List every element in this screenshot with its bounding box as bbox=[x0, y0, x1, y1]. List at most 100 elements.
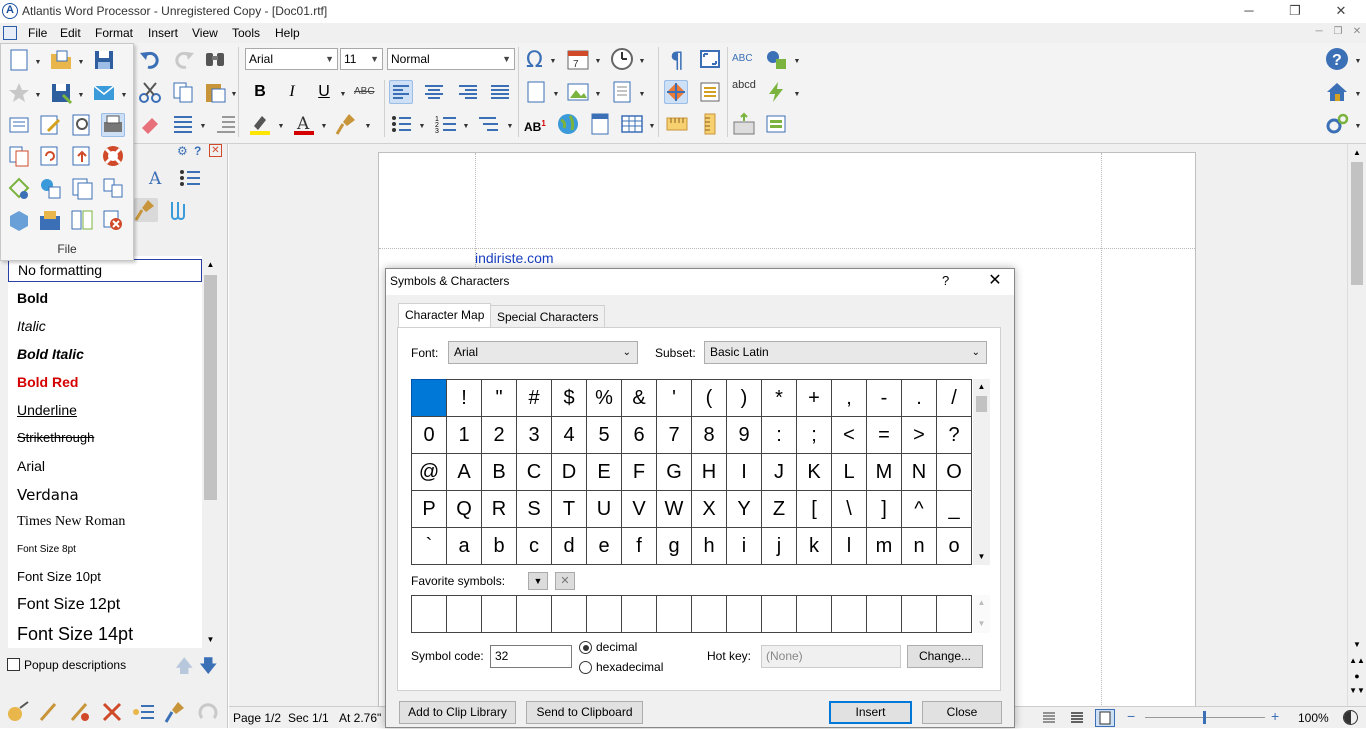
char-cell[interactable]: C bbox=[516, 453, 552, 491]
radio-decimal[interactable] bbox=[579, 641, 592, 654]
spellcheck-icon[interactable]: ABC bbox=[732, 47, 756, 71]
favorite-slot[interactable] bbox=[656, 595, 692, 633]
mdi-close-icon[interactable]: ✕ bbox=[1349, 26, 1365, 40]
style-list-icon[interactable] bbox=[178, 166, 202, 190]
style-list-scrollbar[interactable]: ▲ ▼ bbox=[202, 256, 219, 648]
paste-icon[interactable] bbox=[203, 80, 227, 104]
char-cell[interactable]: < bbox=[831, 416, 867, 454]
numbering-dropdown-icon[interactable]: ▼ bbox=[462, 123, 470, 130]
undo-icon[interactable] bbox=[138, 47, 162, 71]
char-cell[interactable]: ( bbox=[691, 379, 727, 417]
add-to-clip-library-button[interactable]: Add to Clip Library bbox=[399, 701, 516, 724]
package-icon[interactable] bbox=[38, 208, 62, 232]
char-cell[interactable]: g bbox=[656, 527, 692, 565]
style-combo[interactable]: Normal ▼ bbox=[387, 48, 515, 70]
symbol-code-input[interactable]: 32 bbox=[490, 645, 572, 668]
char-cell[interactable]: ^ bbox=[901, 490, 937, 528]
style-item-no-formatting[interactable]: No formatting bbox=[8, 259, 202, 282]
zoom-slider-thumb[interactable] bbox=[1203, 711, 1206, 724]
tab-special-characters[interactable]: Special Characters bbox=[490, 305, 606, 329]
globe-icon[interactable] bbox=[556, 112, 580, 136]
char-cell[interactable]: $ bbox=[551, 379, 587, 417]
char-cell[interactable]: d bbox=[551, 527, 587, 565]
char-cell[interactable]: W bbox=[656, 490, 692, 528]
favorite-slot[interactable] bbox=[411, 595, 447, 633]
bullets-icon[interactable] bbox=[389, 112, 413, 136]
char-cell[interactable]: ? bbox=[936, 416, 972, 454]
copy-icon[interactable] bbox=[171, 80, 195, 104]
lightning-icon[interactable] bbox=[764, 80, 788, 104]
style-brush-tool-icon[interactable] bbox=[164, 700, 188, 724]
char-cell[interactable]: . bbox=[901, 379, 937, 417]
home-dropdown-icon[interactable]: ▼ bbox=[1354, 91, 1362, 98]
favorite-slot[interactable] bbox=[446, 595, 482, 633]
char-cell[interactable]: = bbox=[866, 416, 902, 454]
char-cell[interactable]: k bbox=[796, 527, 832, 565]
char-cell[interactable]: I bbox=[726, 453, 762, 491]
doc-multi-icon[interactable] bbox=[101, 176, 125, 200]
char-cell[interactable]: > bbox=[901, 416, 937, 454]
favorite-slot[interactable] bbox=[796, 595, 832, 633]
char-cell[interactable]: ) bbox=[726, 379, 762, 417]
favorite-slot[interactable] bbox=[901, 595, 937, 633]
settings-gears-icon[interactable] bbox=[1325, 112, 1349, 136]
highlight-dropdown-icon[interactable]: ▼ bbox=[277, 123, 285, 130]
char-cell[interactable]: Q bbox=[446, 490, 482, 528]
insert-button[interactable]: Insert bbox=[829, 701, 912, 724]
zoom-in-icon[interactable]: + bbox=[1271, 708, 1279, 724]
char-cell[interactable]: H bbox=[691, 453, 727, 491]
char-cell[interactable]: - bbox=[866, 379, 902, 417]
favorites-clear-icon[interactable]: ✕ bbox=[555, 572, 575, 590]
indent-icon[interactable] bbox=[214, 112, 238, 136]
char-cell[interactable]: 7 bbox=[656, 416, 692, 454]
page-icon[interactable] bbox=[524, 80, 548, 104]
numbering-icon[interactable]: 123 bbox=[434, 112, 458, 136]
help-dropdown-icon[interactable]: ▼ bbox=[1354, 58, 1362, 65]
superscript-ab-icon[interactable]: AB1 bbox=[524, 112, 548, 136]
lightning-dropdown-icon[interactable]: ▼ bbox=[793, 91, 801, 98]
doc-scroll-up-icon[interactable]: ▲ bbox=[1348, 144, 1366, 161]
table-icon[interactable] bbox=[620, 112, 644, 136]
style-new-icon[interactable] bbox=[6, 700, 30, 724]
favorite-slot[interactable] bbox=[691, 595, 727, 633]
lifebuoy-icon[interactable] bbox=[101, 144, 125, 168]
font-name-combo[interactable]: Arial ▼ bbox=[245, 48, 338, 70]
layout-icon[interactable] bbox=[664, 80, 688, 104]
char-cell[interactable]: 5 bbox=[586, 416, 622, 454]
symbol-dropdown-icon[interactable]: ▼ bbox=[549, 58, 557, 65]
pane-close-icon[interactable]: ✕ bbox=[209, 144, 222, 157]
style-undo-icon[interactable] bbox=[196, 700, 220, 724]
popup-descriptions-checkbox[interactable] bbox=[7, 658, 20, 671]
char-cell[interactable]: " bbox=[481, 379, 517, 417]
underline-button[interactable]: U bbox=[312, 80, 336, 104]
char-cell[interactable]: 1 bbox=[446, 416, 482, 454]
email-dropdown-icon[interactable]: ▼ bbox=[120, 92, 128, 99]
char-cell[interactable]: / bbox=[936, 379, 972, 417]
char-cell[interactable]: & bbox=[621, 379, 657, 417]
char-cell[interactable]: 2 bbox=[481, 416, 517, 454]
grid-scroll-up-icon[interactable]: ▲ bbox=[973, 379, 990, 395]
move-down-arrow-icon[interactable]: 🡇 bbox=[199, 654, 218, 684]
tools-dropdown-icon[interactable]: ▼ bbox=[793, 58, 801, 65]
char-cell[interactable]: 3 bbox=[516, 416, 552, 454]
char-cell[interactable]: Z bbox=[761, 490, 797, 528]
time-dropdown-icon[interactable]: ▼ bbox=[638, 58, 646, 65]
style-edit-icon[interactable] bbox=[37, 700, 61, 724]
wordcount-icon[interactable] bbox=[764, 47, 788, 71]
char-cell[interactable]: n bbox=[901, 527, 937, 565]
save-as-icon[interactable] bbox=[49, 81, 73, 105]
favorites-scrollbar[interactable]: ▲ ▼ bbox=[973, 595, 990, 633]
document-icon[interactable] bbox=[588, 112, 612, 136]
char-cell[interactable]: X bbox=[691, 490, 727, 528]
favorite-slot[interactable] bbox=[551, 595, 587, 633]
style-item-14pt[interactable]: Font Size 14pt bbox=[8, 620, 202, 648]
font-select[interactable]: Arial ⌄ bbox=[448, 341, 638, 364]
char-cell[interactable]: # bbox=[516, 379, 552, 417]
fav-scroll-up-icon[interactable]: ▲ bbox=[973, 595, 990, 611]
symbol-omega-icon[interactable]: Ω bbox=[524, 47, 548, 73]
font-color-dropdown-icon[interactable]: ▼ bbox=[320, 123, 328, 130]
char-cell[interactable]: h bbox=[691, 527, 727, 565]
save-icon[interactable] bbox=[92, 48, 116, 72]
subset-select[interactable]: Basic Latin ⌄ bbox=[704, 341, 987, 364]
favorite-star-icon[interactable] bbox=[7, 81, 31, 105]
